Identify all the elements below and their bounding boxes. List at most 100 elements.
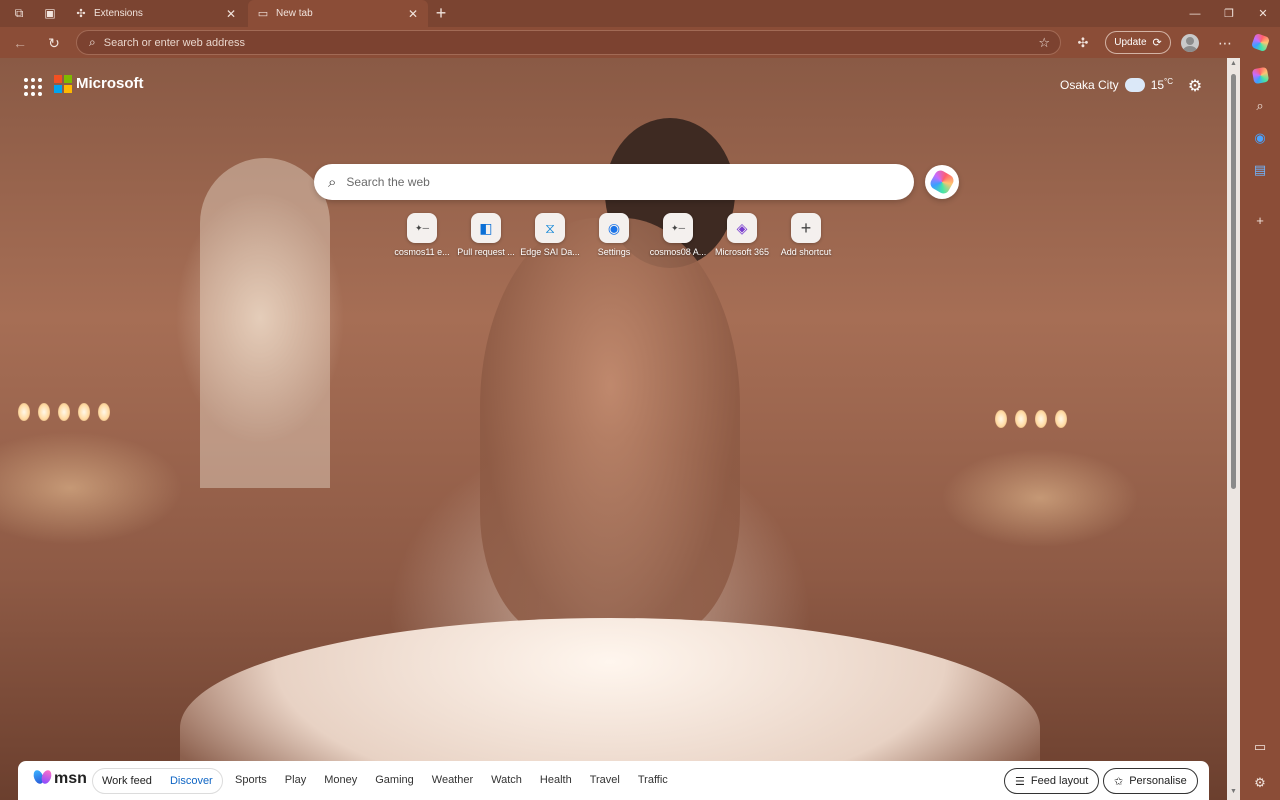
workspaces-icon[interactable]: ⧉ — [7, 1, 31, 25]
m365-icon: ◈ — [727, 213, 757, 243]
azure-devops-icon: ◧ — [471, 213, 501, 243]
screen-icon[interactable]: ▭ — [1250, 737, 1270, 757]
new-tab-button[interactable]: + — [430, 2, 452, 24]
add-shortcut[interactable]: + Add shortcut — [774, 213, 838, 257]
weather-widget[interactable]: Osaka City 15°C — [1060, 73, 1174, 92]
page-settings-gear-icon[interactable]: ⚙ — [1186, 77, 1204, 95]
more-menu-icon[interactable]: ⋯ — [1213, 31, 1237, 55]
shortcuts-row: ✦─ cosmos11 e... ◧ Pull request ... ⧖ Ed… — [390, 213, 838, 257]
search-placeholder: Search the web — [346, 175, 430, 189]
scroll-down-icon[interactable]: ▼ — [1229, 788, 1238, 797]
weather-temp: 15°C — [1150, 77, 1174, 92]
update-button[interactable]: Update ⟳ — [1105, 31, 1171, 54]
sparkle-icon: ✩ — [1114, 775, 1124, 788]
sliders-icon: ☰ — [1015, 775, 1025, 788]
close-tab-icon[interactable]: ✕ — [406, 7, 420, 21]
feed-layout-button[interactable]: ☰ Feed layout — [1004, 768, 1100, 794]
close-tab-icon[interactable]: ✕ — [224, 7, 238, 21]
shortcut-label: Edge SAI Da... — [520, 247, 580, 257]
shortcut-edge-sai[interactable]: ⧖ Edge SAI Da... — [518, 213, 582, 257]
shortcut-label: cosmos11 e... — [394, 247, 450, 257]
nav-weather[interactable]: Weather — [432, 774, 473, 786]
page-scrollbar[interactable]: ▲ ▼ — [1227, 58, 1240, 800]
tab-actions-icon[interactable]: ▣ — [38, 1, 62, 25]
shortcut-settings[interactable]: ◉ Settings — [582, 213, 646, 257]
shortcut-pull-request[interactable]: ◧ Pull request ... — [454, 213, 518, 257]
edge-sai-icon: ⧖ — [535, 213, 565, 243]
shortcut-cosmos08[interactable]: ✦─ cosmos08 A... — [646, 213, 710, 257]
partly-cloudy-icon — [1122, 73, 1145, 92]
tab-new-tab[interactable]: ▭ New tab ✕ — [248, 0, 428, 27]
copilot-icon — [928, 168, 956, 196]
favorite-star-icon[interactable]: ☆ — [1038, 35, 1050, 51]
shortcut-microsoft-365[interactable]: ◈ Microsoft 365 — [710, 213, 774, 257]
web-search-box[interactable]: ⌕ Search the web — [314, 164, 914, 200]
update-label: Update — [1114, 37, 1147, 48]
nav-money[interactable]: Money — [324, 774, 357, 786]
msn-text: msn — [54, 770, 87, 787]
close-window-button[interactable]: ✕ — [1246, 0, 1280, 27]
feed-layout-label: Feed layout — [1030, 775, 1089, 787]
background-candles-left — [18, 403, 110, 433]
profile-avatar[interactable] — [1181, 34, 1199, 52]
copilot-sidebar-icon[interactable] — [1250, 32, 1270, 52]
shortcut-cosmos11[interactable]: ✦─ cosmos11 e... — [390, 213, 454, 257]
app-launcher-icon[interactable] — [24, 78, 42, 96]
address-placeholder: Search or enter web address — [103, 36, 245, 49]
shortcut-label: Pull request ... — [457, 247, 515, 257]
update-icon: ⟳ — [1152, 37, 1162, 49]
msn-logo[interactable]: msn — [34, 770, 87, 788]
tab-extensions[interactable]: ✣ Extensions ✕ — [66, 0, 246, 27]
nav-travel[interactable]: Travel — [590, 774, 620, 786]
restore-button[interactable]: ❐ — [1212, 0, 1246, 27]
background-candles-right — [995, 410, 1067, 440]
scroll-thumb[interactable] — [1231, 74, 1236, 489]
copilot-button[interactable] — [925, 165, 959, 199]
address-bar[interactable]: ⌕ Search or enter web address ☆ — [76, 30, 1061, 55]
personalise-button[interactable]: ✩ Personalise — [1103, 768, 1198, 794]
add-app-icon[interactable]: + — [1250, 210, 1270, 230]
site-icon: ✦─ — [663, 213, 693, 243]
translator-icon[interactable]: ▤ — [1250, 160, 1270, 180]
nav-play[interactable]: Play — [285, 774, 306, 786]
refresh-button[interactable]: ↻ — [42, 31, 66, 55]
tab-title: Extensions — [94, 8, 143, 19]
background-dancer — [480, 218, 740, 638]
shortcut-label: Microsoft 365 — [714, 247, 770, 257]
brand-name: Microsoft — [76, 75, 144, 92]
tab-title: New tab — [276, 8, 313, 19]
scroll-up-icon[interactable]: ▲ — [1229, 60, 1238, 69]
search-icon: ⌕ — [89, 35, 96, 49]
back-button[interactable]: ← — [8, 31, 32, 55]
shortcut-label: cosmos08 A... — [649, 247, 707, 257]
puzzle-icon: ✣ — [76, 8, 86, 20]
background-window — [200, 158, 330, 488]
nav-health[interactable]: Health — [540, 774, 572, 786]
nav-gaming[interactable]: Gaming — [375, 774, 414, 786]
edge-sidebar: ⌕ ◉ ▤ + ▭ ⚙ — [1240, 27, 1280, 800]
site-icon: ✦─ — [407, 213, 437, 243]
weather-city: Osaka City — [1060, 77, 1119, 92]
extensions-icon[interactable]: ✣ — [1071, 31, 1095, 55]
shortcut-label: Add shortcut — [780, 247, 832, 257]
search-icon: ⌕ — [328, 173, 337, 191]
plus-icon: + — [791, 213, 821, 243]
copilot-app-icon[interactable] — [1250, 65, 1270, 85]
toolbar: ← ↻ ⌕ Search or enter web address ☆ ✣ Up… — [0, 27, 1280, 58]
nav-traffic[interactable]: Traffic — [638, 774, 668, 786]
nav-watch[interactable]: Watch — [491, 774, 522, 786]
edge-settings-icon: ◉ — [599, 213, 629, 243]
tab-discover[interactable]: Discover — [161, 775, 222, 787]
msn-butterfly-icon — [34, 770, 52, 788]
nav-sports[interactable]: Sports — [235, 774, 267, 786]
shortcut-label: Settings — [597, 247, 631, 257]
minimize-button[interactable]: — — [1178, 0, 1212, 27]
search-icon[interactable]: ⌕ — [1250, 96, 1270, 116]
outlook-icon[interactable]: ◉ — [1250, 128, 1270, 148]
newtab-icon: ▭ — [257, 8, 269, 20]
settings-gear-icon[interactable]: ⚙ — [1250, 773, 1270, 793]
tab-work-feed[interactable]: Work feed — [93, 775, 161, 787]
msn-feed-bar: msn Work feed Discover Sports Play Money… — [18, 761, 1209, 800]
feed-switcher: Work feed Discover — [92, 768, 223, 794]
microsoft-logo-icon — [54, 75, 72, 93]
